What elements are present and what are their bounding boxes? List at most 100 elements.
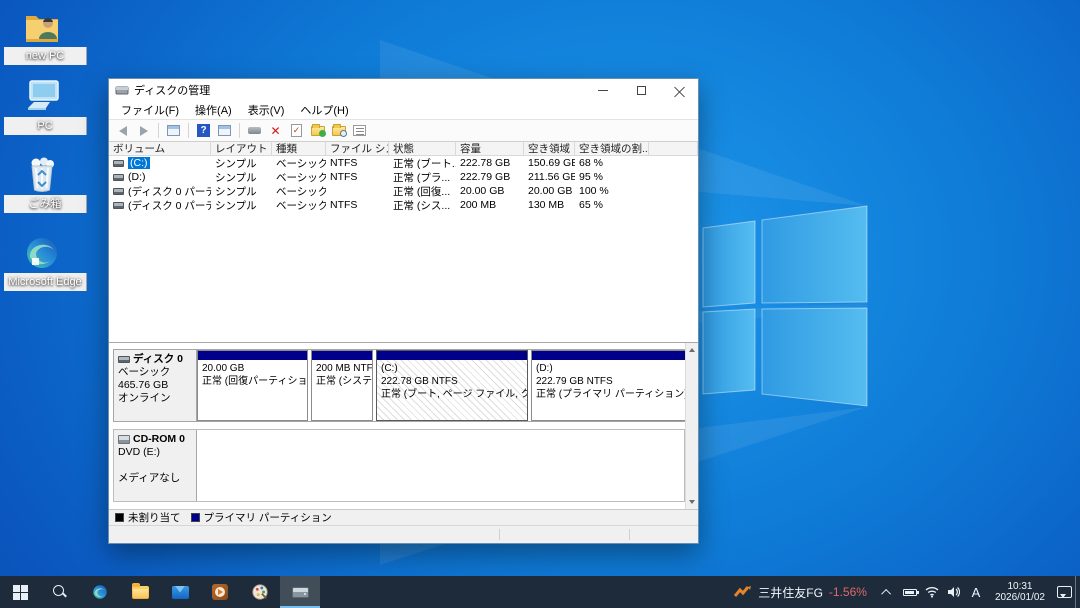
table-row[interactable]: (ディスク 0 パーティシ... シンプル ベーシック NTFS 正常 (シス.… (109, 198, 698, 212)
cell-layout: シンプル (211, 184, 272, 199)
folder-up-icon (311, 126, 325, 136)
desktop: new PC PC ごみ箱 (0, 0, 1080, 608)
desktop-icon-new-pc[interactable]: new PC (4, 8, 80, 74)
maximize-button[interactable] (622, 79, 660, 101)
taskbar-search-button[interactable] (40, 576, 80, 608)
start-button[interactable] (0, 576, 40, 608)
legend-label: プライマリ パーティション (204, 510, 332, 525)
column-header-capacity[interactable]: 容量 (456, 142, 524, 155)
column-header-free[interactable]: 空き領域 (524, 142, 575, 155)
volume-icon (113, 160, 124, 167)
menu-view[interactable]: 表示(V) (240, 102, 293, 118)
scroll-up-arrow[interactable] (686, 343, 698, 356)
extend-button[interactable] (309, 123, 326, 139)
minimize-button[interactable] (584, 79, 622, 101)
media-app-icon (212, 584, 228, 600)
legend-primary-partition: プライマリ パーティション (191, 510, 332, 525)
explore-button[interactable] (330, 123, 347, 139)
delete-x-icon: ✕ (270, 125, 280, 137)
partition-d[interactable]: (D:) 222.79 GB NTFS 正常 (プライマリ パーティション) (531, 350, 693, 421)
disk-management-taskbar-icon (292, 587, 309, 598)
partition-status: 正常 (プライマリ パーティション) (536, 388, 688, 401)
show-desktop-button[interactable] (1075, 576, 1080, 608)
vertical-scrollbar[interactable] (685, 343, 698, 509)
desktop-icon-label: new PC (4, 47, 87, 65)
cdrom-icon (118, 435, 130, 444)
forward-button[interactable] (135, 123, 152, 139)
disk0-label-panel[interactable]: ディスク 0 ベーシック 465.76 GB オンライン (114, 350, 197, 421)
scroll-down-arrow[interactable] (686, 496, 698, 509)
column-header-type[interactable]: 種類 (272, 142, 326, 155)
back-button[interactable] (114, 123, 131, 139)
table-row[interactable]: (ディスク 0 パーティシ... シンプル ベーシック 正常 (回復... 20… (109, 184, 698, 198)
partition-size: 222.79 GB NTFS (536, 375, 688, 388)
cell-fs: NTFS (326, 199, 389, 211)
toolbar-separator (158, 123, 159, 138)
desktop-icon-pc[interactable]: PC (4, 78, 80, 144)
properties-button[interactable] (351, 123, 368, 139)
volume-indicator[interactable] (943, 576, 965, 608)
column-header-layout[interactable]: レイアウト (211, 142, 272, 155)
table-row[interactable]: (C:) シンプル ベーシック NTFS 正常 (ブート... 222.78 G… (109, 156, 698, 170)
ime-indicator[interactable]: A (965, 576, 987, 608)
console-tree-button[interactable] (165, 123, 182, 139)
tray-overflow-button[interactable] (877, 576, 899, 608)
column-header-volume[interactable]: ボリューム (109, 142, 211, 155)
desktop-icon-recycle-bin[interactable]: ごみ箱 (4, 156, 80, 222)
cell-type: ベーシック (272, 156, 326, 171)
paint-icon (251, 583, 269, 601)
disk0-type: ベーシック (118, 366, 192, 379)
column-header-filler (649, 142, 698, 155)
help-button[interactable]: ? (195, 123, 212, 139)
volume-name: (C:) (128, 157, 150, 169)
notification-bubble-icon (1057, 586, 1072, 598)
toolbar: ? ✕ ✓ (109, 119, 698, 142)
partition-recovery[interactable]: 20.00 GB 正常 (回復パーティション) (197, 350, 308, 421)
cdrom-name: CD-ROM 0 (133, 433, 185, 446)
legend-swatch-primary (191, 513, 200, 522)
cell-type: ベーシック (272, 184, 326, 199)
taskbar-disk-management-button[interactable] (280, 576, 320, 608)
partition-c-selected[interactable]: (C:) 222.78 GB NTFS 正常 (ブート, ページ ファイル, ク… (376, 350, 528, 421)
back-icon (119, 126, 127, 136)
show-action-pane-button[interactable] (216, 123, 233, 139)
forward-icon (140, 126, 148, 136)
close-button[interactable] (660, 79, 698, 101)
menu-file[interactable]: ファイル(F) (113, 102, 187, 118)
cdrom-label-panel[interactable]: CD-ROM 0 DVD (E:) メディアなし (114, 430, 197, 501)
title-bar[interactable]: ディスクの管理 (109, 79, 698, 101)
volume-list-header: ボリューム レイアウト 種類 ファイル システム 状態 容量 空き領域 空き領域… (109, 142, 698, 156)
action-center-button[interactable] (1053, 576, 1075, 608)
volume-icon (113, 174, 124, 181)
partition-system[interactable]: 200 MB NTFS 正常 (システム (311, 350, 373, 421)
properties-icon (353, 125, 366, 136)
tool-button[interactable] (246, 123, 263, 139)
battery-icon (903, 589, 917, 596)
menu-action[interactable]: 操作(A) (187, 102, 240, 118)
table-row[interactable]: (D:) シンプル ベーシック NTFS 正常 (プラ... 222.79 GB… (109, 170, 698, 184)
taskbar-clock[interactable]: 10:31 2026/01/02 (987, 581, 1053, 603)
partition-name: (D:) (536, 362, 688, 375)
taskbar-edge-button[interactable] (80, 576, 120, 608)
battery-indicator[interactable] (899, 576, 921, 608)
desktop-icon-edge[interactable]: Microsoft Edge (4, 234, 80, 300)
news-interests-widget[interactable]: 三井住友FG -1.56% (724, 576, 877, 608)
network-indicator[interactable] (921, 576, 943, 608)
menu-help[interactable]: ヘルプ(H) (292, 102, 356, 118)
cell-capacity: 20.00 GB (456, 185, 524, 197)
column-header-status[interactable]: 状態 (389, 142, 456, 155)
check-document-icon: ✓ (291, 124, 302, 137)
mark-active-button[interactable]: ✓ (288, 123, 305, 139)
delete-volume-button[interactable]: ✕ (267, 123, 284, 139)
minimize-icon (598, 90, 608, 91)
taskbar-mail-button[interactable] (160, 576, 200, 608)
column-header-free-pct[interactable]: 空き領域の割... (575, 142, 649, 155)
taskbar-paint-button[interactable] (240, 576, 280, 608)
taskbar-media-button[interactable] (200, 576, 240, 608)
column-header-filesystem[interactable]: ファイル システム (326, 142, 389, 155)
cell-type: ベーシック (272, 198, 326, 213)
tool-icon (248, 127, 261, 134)
mail-icon (172, 586, 189, 599)
taskbar-explorer-button[interactable] (120, 576, 160, 608)
wifi-icon (925, 586, 939, 598)
